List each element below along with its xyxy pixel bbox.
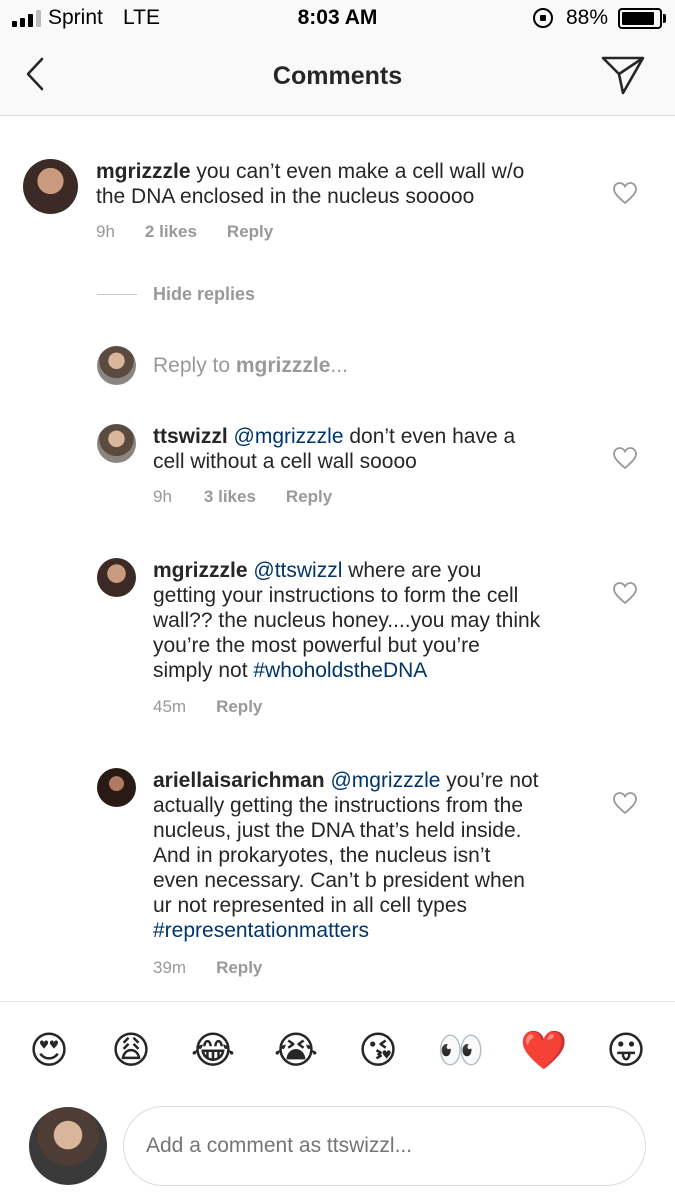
comment-time: 9h [96, 222, 115, 241]
reply-button[interactable]: Reply [227, 222, 273, 242]
reply-to-username: mgrizzzle [235, 354, 331, 377]
comment-body-line: even necessary. Can’t b president when [153, 869, 525, 892]
status-bar: Sprint LTE 8:03 AM 88% [0, 0, 675, 38]
divider [0, 1001, 675, 1002]
reply-button[interactable]: Reply [216, 958, 262, 978]
emoji-kiss-button[interactable]: 😘 [353, 1026, 403, 1076]
avatar[interactable] [97, 558, 136, 597]
reply-button[interactable]: Reply [216, 697, 262, 717]
paper-plane-icon[interactable] [600, 54, 646, 96]
emoji-weary-button[interactable]: 😩 [106, 1026, 156, 1076]
comment-body-line: you’re the most powerful but you’re [153, 634, 480, 657]
comment-meta: 45m Reply [153, 697, 262, 717]
comment-username[interactable]: mgrizzzle [153, 559, 248, 582]
comment-body-line: ur not represented in all cell types [153, 894, 468, 917]
comment-body-line: where are you [342, 559, 482, 582]
reply-to-suffix: ... [330, 354, 348, 377]
comment-body-line: wall?? the nucleus honey....you may thin… [153, 609, 541, 632]
comment-body-line: And in prokaryotes, the nucleus isn’t [153, 844, 491, 867]
heart-icon[interactable] [612, 581, 638, 605]
comment-mention[interactable]: @mgrizzzle [330, 769, 440, 792]
emoji-heart-eyes-button[interactable]: 😍 [24, 1026, 74, 1076]
comment-body-line: actually getting the instructions from t… [153, 794, 524, 817]
avatar [29, 1107, 107, 1185]
comment-meta: 39m Reply [153, 958, 262, 978]
comment-username[interactable]: mgrizzzle [96, 160, 191, 183]
comment-mention[interactable]: @mgrizzzle [234, 425, 344, 448]
top-bar: Sprint LTE 8:03 AM 88% Comments [0, 0, 675, 116]
comment-likes[interactable]: 2 likes [145, 222, 197, 242]
reply-to-prefix: Reply to [153, 354, 236, 377]
battery-icon [618, 8, 662, 29]
emoji-eyes-button[interactable]: 👀 [436, 1026, 486, 1076]
battery-percent: 88% [566, 6, 609, 29]
comment-body-line: simply not [153, 659, 254, 682]
comment-meta: 9h 3 likes Reply [153, 487, 332, 507]
comment-text: ttswizzl @mgrizzzle don’t even have a ce… [153, 424, 603, 474]
divider [97, 294, 137, 295]
reply-button[interactable]: Reply [286, 487, 332, 507]
hide-replies-label: Hide replies [153, 284, 256, 304]
comment-time: 9h [153, 487, 172, 506]
avatar [97, 346, 136, 385]
hide-replies-button[interactable]: Hide replies [97, 284, 255, 305]
avatar[interactable] [23, 159, 78, 214]
comment-time: 45m [153, 697, 187, 716]
battery-nub [663, 14, 666, 23]
comment-text: ariellaisarichman @mgrizzzle you’re not … [153, 768, 603, 943]
comment-body-line: you’re not [440, 769, 539, 792]
emoji-joy-button[interactable]: 😂 [188, 1026, 238, 1076]
rotation-lock-icon [533, 8, 553, 28]
comment-likes[interactable]: 3 likes [204, 487, 256, 507]
comment-body-line: you can’t even make a cell wall w/o [190, 160, 525, 183]
comment-body-line: don’t even have a [343, 425, 516, 448]
heart-icon[interactable] [612, 446, 638, 470]
comment-username[interactable]: ariellaisarichman [153, 769, 325, 792]
reply-to-input[interactable]: Reply to mgrizzzle... [153, 354, 348, 378]
emoji-tongue-button[interactable]: 😛 [601, 1026, 651, 1076]
page-title: Comments [272, 62, 403, 90]
comment-body-line: the DNA enclosed in the nucleus sooooo [96, 185, 475, 208]
emoji-red-heart-button[interactable]: ❤️ [519, 1026, 569, 1076]
heart-icon[interactable] [612, 791, 638, 815]
avatar[interactable] [97, 424, 136, 463]
comment-input[interactable] [123, 1106, 646, 1186]
emoji-quick-bar: 😍 😩 😂 😭 😘 👀 ❤️ 😛 [0, 1026, 675, 1080]
battery-level-fill [622, 12, 654, 25]
heart-icon[interactable] [612, 181, 638, 205]
comment-hashtag[interactable]: #whoholdstheDNA [253, 659, 427, 682]
comment-meta: 9h 2 likes Reply [96, 222, 273, 242]
avatar[interactable] [97, 768, 136, 807]
comment-text: mgrizzzle @ttswizzl where are you gettin… [153, 558, 603, 683]
comment-mention[interactable]: @ttswizzl [253, 559, 342, 582]
comment-text: mgrizzzle you can’t even make a cell wal… [96, 159, 606, 209]
comment-body-line: nucleus, just the DNA that’s held inside… [153, 819, 522, 842]
comment-time: 39m [153, 958, 187, 977]
comment-username[interactable]: ttswizzl [153, 425, 228, 448]
comment-body-line: getting your instructions to form the ce… [153, 584, 519, 607]
comment-body-line: cell without a cell wall soooo [153, 450, 417, 473]
emoji-sob-button[interactable]: 😭 [271, 1026, 321, 1076]
comment-hashtag[interactable]: #representationmatters [153, 919, 369, 942]
